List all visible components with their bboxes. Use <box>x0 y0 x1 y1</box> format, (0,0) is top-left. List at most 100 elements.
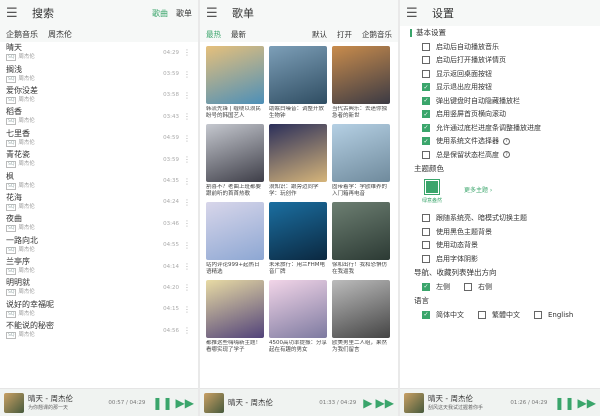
checkbox[interactable] <box>464 282 472 291</box>
pause-icon[interactable]: ❚❚ <box>554 396 574 410</box>
song-row[interactable]: 夜曲 SQ 周杰伦 03:46 ⋮ <box>0 213 198 234</box>
menu-icon[interactable]: ☰ <box>6 6 22 21</box>
checkbox[interactable]: ✓ <box>422 110 430 119</box>
checkbox-option[interactable]: 使用黑色主题背景 <box>400 225 600 239</box>
tab-playlists[interactable]: 歌单 <box>176 8 192 19</box>
playlist-cover[interactable] <box>206 280 264 338</box>
more-icon[interactable]: ⋮ <box>182 134 192 143</box>
checkbox-option[interactable]: ✓ 弹出键盘时自动隐藏播放栏 <box>400 94 600 108</box>
more-icon[interactable]: ⋮ <box>182 305 192 314</box>
playlist-card[interactable]: 浪知识：跟旁边同学学：玩创作 <box>269 124 327 198</box>
playlist-card[interactable]: 助眠白噪音：调整开放生物钟 <box>269 46 327 120</box>
more-themes-link[interactable]: 更多主题 › <box>464 185 492 194</box>
playlist-cover[interactable] <box>332 280 390 338</box>
checkbox-option[interactable]: English <box>534 310 573 319</box>
checkbox[interactable]: ✓ <box>422 83 430 92</box>
checkbox[interactable]: ✓ <box>422 96 430 105</box>
playlist-card[interactable]: 徐和出行！我和恐惧仿在我逼我 <box>332 202 390 276</box>
playlist-card[interactable]: 割喜不？老曲上班都要跟前听的首首热歌 <box>206 124 264 198</box>
playlist-cover[interactable] <box>269 202 327 260</box>
checkbox[interactable] <box>422 227 430 236</box>
checkbox[interactable]: ✓ <box>422 137 430 146</box>
more-icon[interactable]: ⋮ <box>182 155 192 164</box>
playlist-cover[interactable] <box>206 46 264 104</box>
swatch[interactable] <box>424 178 440 195</box>
more-icon[interactable]: ⋮ <box>182 70 192 79</box>
menu-icon[interactable]: ☰ <box>406 6 422 21</box>
checkbox-option[interactable]: 跟随系统亮、暗模式切换主题 <box>400 212 600 226</box>
song-row[interactable]: 说好的幸福呢 SQ 周杰伦 04:15 ⋮ <box>0 299 198 320</box>
song-row[interactable]: 兰亭序 SQ 周杰伦 04:14 ⋮ <box>0 256 198 277</box>
playlist-cover[interactable] <box>332 124 390 182</box>
checkbox[interactable] <box>478 310 486 319</box>
checkbox-option[interactable]: ✓ 简体中文 <box>422 310 464 320</box>
more-icon[interactable]: ⋮ <box>182 326 192 335</box>
checkbox-option[interactable]: 显示返回桌面按钮 <box>400 67 600 81</box>
checkbox-option[interactable]: 右侧 <box>464 282 492 292</box>
song-row[interactable]: 晴天 SQ 周杰伦 04:29 ⋮ <box>0 42 198 63</box>
album-cover[interactable] <box>4 392 24 413</box>
song-row[interactable]: 不能说的秘密 SQ 周杰伦 04:56 ⋮ <box>0 320 198 341</box>
filter-hot[interactable]: 最热 <box>206 29 221 40</box>
checkbox-option[interactable]: ✓ 显示退出应用按钮 <box>400 81 600 95</box>
playlist-cover[interactable] <box>269 280 327 338</box>
album-cover[interactable] <box>204 392 224 413</box>
more-icon[interactable]: ⋮ <box>182 262 192 271</box>
checkbox[interactable] <box>422 254 430 263</box>
playlist-cover[interactable] <box>269 46 327 104</box>
next-icon[interactable]: ▶▶ <box>578 396 596 410</box>
song-row[interactable]: 搁浅 SQ 周杰伦 03:59 ⋮ <box>0 63 198 84</box>
checkbox[interactable] <box>422 241 430 250</box>
more-icon[interactable]: ⋮ <box>182 48 192 57</box>
filter-new[interactable]: 最新 <box>231 29 246 40</box>
playlist-cover[interactable] <box>206 124 264 182</box>
source-label[interactable]: 企鹅音乐 <box>6 29 38 40</box>
checkbox[interactable]: ✓ <box>422 310 430 319</box>
pause-icon[interactable]: ❚❚ <box>152 396 172 410</box>
playlist-card[interactable]: 欧美男里二人组，果然为我们留言 <box>332 280 390 354</box>
song-row[interactable]: 明明就 SQ 周杰伦 04:20 ⋮ <box>0 277 198 298</box>
checkbox[interactable]: ✓ <box>422 123 430 132</box>
checkbox[interactable] <box>422 150 430 159</box>
playlist-card[interactable]: 4500高功率提振：分享起在有趣的男女 <box>269 280 327 354</box>
playlist-card[interactable]: 韩流先锋 | 缠绕以浪民盼号的韩国艺人 <box>206 46 264 120</box>
song-row[interactable]: 青花瓷 SQ 周杰伦 03:59 ⋮ <box>0 149 198 170</box>
more-icon[interactable]: ⋮ <box>182 283 192 292</box>
source-select[interactable]: 企鹅音乐 <box>362 29 392 40</box>
checkbox[interactable] <box>422 69 430 78</box>
song-row[interactable]: 一路向北 SQ 周杰伦 04:55 ⋮ <box>0 235 198 256</box>
checkbox[interactable] <box>534 310 542 319</box>
next-icon[interactable]: ▶▶ <box>376 396 394 410</box>
playlist-card[interactable]: 固带着学：学欧维养的入门箱再电音 <box>332 124 390 198</box>
help-icon[interactable]: ? <box>503 151 510 159</box>
more-icon[interactable]: ⋮ <box>182 241 192 250</box>
song-row[interactable]: 花海 SQ 周杰伦 04:24 ⋮ <box>0 192 198 213</box>
sort-default[interactable]: 默认 <box>312 29 327 40</box>
song-row[interactable]: 七里香 SQ 周杰伦 04:59 ⋮ <box>0 128 198 149</box>
checkbox-option[interactable]: 使用动态背景 <box>400 239 600 253</box>
checkbox[interactable] <box>422 214 430 223</box>
checkbox[interactable] <box>422 42 430 51</box>
checkbox-option[interactable]: 启用字体阴影 <box>400 252 600 266</box>
playlist-cover[interactable] <box>269 124 327 182</box>
checkbox[interactable] <box>422 56 430 65</box>
checkbox-option[interactable]: 总是保留状态栏高度? <box>400 148 600 162</box>
playlist-cover[interactable] <box>206 202 264 260</box>
checkbox-option[interactable]: ✓ 左侧 <box>422 282 450 292</box>
theme-swatch-green[interactable]: 绿意盎然 <box>422 178 442 204</box>
more-icon[interactable]: ⋮ <box>182 91 192 100</box>
checkbox-option[interactable]: ✓ 启用竖屏首页横向滚动 <box>400 108 600 122</box>
checkbox-option[interactable]: ✓ 允许通过底栏进度条调整播放进度 <box>400 121 600 135</box>
checkbox-option[interactable]: 启动后自动播放音乐 <box>400 40 600 54</box>
checkbox-option[interactable]: ✓ 使用系统文件选择器? <box>400 135 600 149</box>
tab-songs[interactable]: 歌曲 <box>152 8 168 19</box>
playlist-cover[interactable] <box>332 46 390 104</box>
more-icon[interactable]: ⋮ <box>182 198 192 207</box>
song-row[interactable]: 爱你没差 SQ 周杰伦 03:58 ⋮ <box>0 85 198 106</box>
playlist-cover[interactable] <box>332 202 390 260</box>
more-icon[interactable]: ⋮ <box>182 219 192 228</box>
playlist-card[interactable]: 未来旅行：用兰FHM电音厂牌 <box>269 202 327 276</box>
next-icon[interactable]: ▶▶ <box>176 396 194 410</box>
playlist-card[interactable]: 当代古典乐：去迷你独急者的新世 <box>332 46 390 120</box>
help-icon[interactable]: ? <box>503 137 510 145</box>
